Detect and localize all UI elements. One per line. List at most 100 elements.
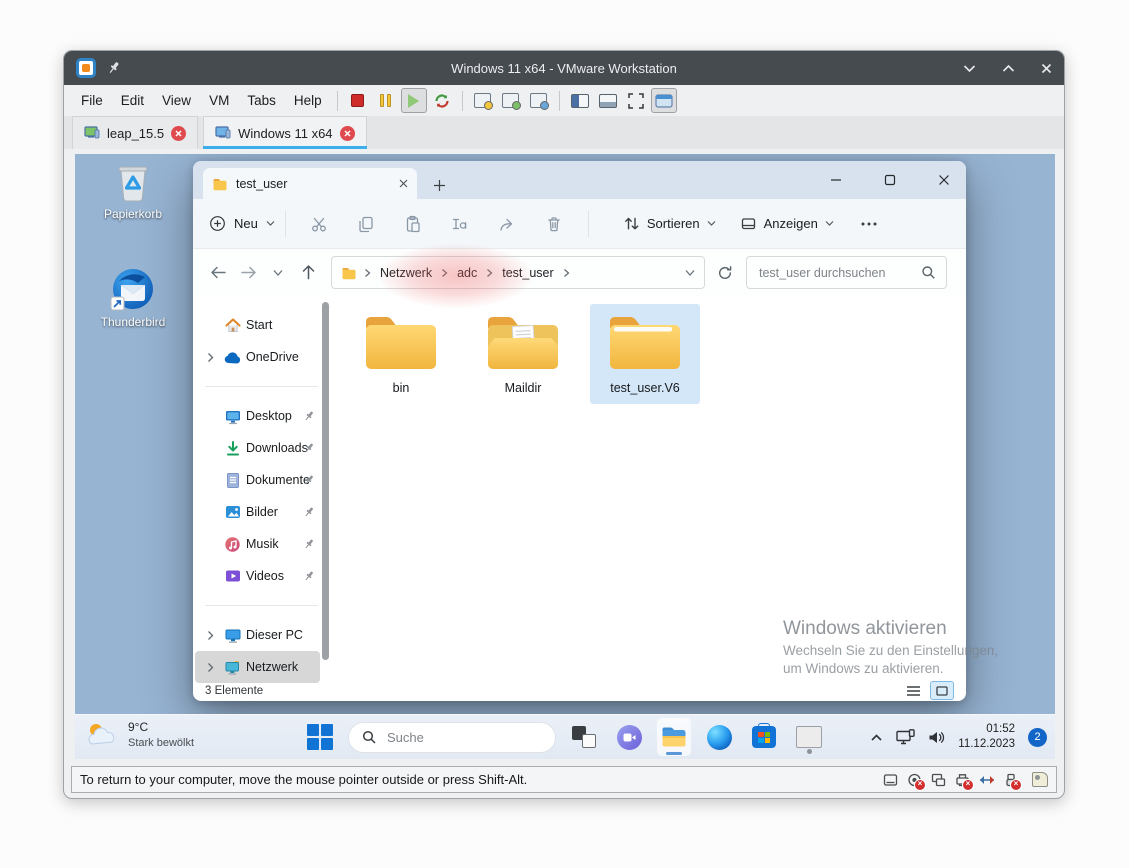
sidebar-item-start[interactable]: Start (195, 309, 320, 341)
file-explorer-taskbar-button[interactable] (657, 718, 691, 756)
notification-badge[interactable]: 2 (1028, 728, 1047, 747)
explorer-search-box[interactable] (746, 256, 947, 289)
chevron-right-icon[interactable] (202, 352, 219, 363)
menu-file[interactable]: File (72, 89, 112, 112)
delete-button[interactable] (531, 215, 578, 233)
volume-tray-button[interactable] (928, 730, 945, 745)
new-item-button[interactable]: Neu (209, 215, 275, 232)
explorer-maximize-icon[interactable] (884, 174, 896, 186)
hard-disk-status-icon[interactable] (882, 772, 899, 788)
edge-browser-button[interactable] (702, 718, 736, 756)
new-tab-icon[interactable] (433, 179, 446, 192)
large-icons-view-button[interactable] (930, 681, 954, 700)
chevron-right-icon[interactable] (202, 630, 219, 641)
cdrom-status-icon[interactable] (906, 772, 923, 788)
breadcrumb-netzwerk[interactable]: Netzwerk (378, 266, 434, 280)
close-tab-icon[interactable] (340, 126, 355, 141)
show-console-button[interactable] (595, 88, 621, 113)
teams-chat-button[interactable] (612, 718, 646, 756)
forward-button[interactable] (233, 264, 263, 281)
chevron-up-icon (870, 733, 883, 742)
paste-button[interactable] (390, 215, 437, 233)
weather-widget[interactable]: 9°C Stark bewölkt (85, 720, 194, 750)
power-off-button[interactable] (345, 88, 371, 113)
refresh-button[interactable] (717, 265, 733, 281)
screenshot-app-button[interactable] (792, 718, 826, 756)
file-name: Maildir (505, 381, 542, 395)
sort-arrows-icon (623, 215, 640, 232)
taskbar-search-input[interactable] (385, 729, 542, 746)
up-button[interactable] (293, 264, 323, 281)
console-view-button[interactable] (651, 88, 677, 113)
more-options-button[interactable] (860, 221, 878, 227)
reset-button[interactable] (429, 88, 455, 113)
take-snapshot-button[interactable] (470, 88, 496, 113)
taskbar-clock[interactable]: 01:52 11.12.2023 (958, 722, 1015, 752)
vm-tab-leap[interactable]: leap_15.5 (72, 116, 198, 149)
menu-tabs[interactable]: Tabs (238, 89, 285, 112)
power-on-button[interactable] (401, 88, 427, 113)
stop-icon (351, 94, 364, 107)
file-item-bin[interactable]: bin (346, 304, 456, 404)
sidebar-item-netzwerk[interactable]: Netzwerk (195, 651, 320, 683)
menu-vm[interactable]: VM (200, 89, 238, 112)
maximize-window-icon[interactable] (1002, 64, 1015, 73)
sidebar-item-musik[interactable]: Musik (195, 528, 320, 560)
address-bar[interactable]: Netzwerk adc test_user (331, 256, 705, 289)
hidden-icons-button[interactable] (870, 733, 883, 742)
sidebar-item-desktop[interactable]: Desktop (195, 400, 320, 432)
sidebar-item-dokumente[interactable]: Dokumente (195, 464, 320, 496)
copy-button[interactable] (343, 215, 390, 233)
printer-status-icon[interactable] (954, 772, 971, 788)
file-item-test-user-v6[interactable]: test_user.V6 (590, 304, 700, 404)
network-adapter-status-icon[interactable] (930, 772, 947, 788)
minimize-window-icon[interactable] (963, 64, 976, 73)
menu-view[interactable]: View (153, 89, 200, 112)
share-button[interactable] (484, 215, 531, 233)
close-explorer-tab-icon[interactable] (399, 179, 408, 188)
address-dropdown-icon[interactable] (685, 269, 695, 277)
breadcrumb-adc[interactable]: adc (455, 266, 479, 280)
serial-port-status-icon[interactable] (978, 772, 995, 788)
breadcrumb-test-user[interactable]: test_user (500, 266, 555, 280)
view-button[interactable]: Anzeigen (740, 215, 834, 232)
close-window-icon[interactable] (1041, 63, 1052, 74)
cut-button[interactable] (296, 215, 343, 233)
rename-button[interactable] (437, 215, 484, 233)
menu-edit[interactable]: Edit (112, 89, 153, 112)
sidebar-scrollbar[interactable] (322, 302, 329, 660)
sort-button[interactable]: Sortieren (623, 215, 716, 232)
suspend-button[interactable] (373, 88, 399, 113)
explorer-minimize-icon[interactable] (830, 174, 842, 186)
file-item-maildir[interactable]: Maildir (468, 304, 578, 404)
close-tab-icon[interactable] (171, 126, 186, 141)
sidebar-item-bilder[interactable]: Bilder (195, 496, 320, 528)
microsoft-store-button[interactable] (747, 718, 781, 756)
start-button[interactable] (303, 718, 337, 756)
task-view-button[interactable] (567, 718, 601, 756)
fullscreen-button[interactable] (623, 88, 649, 113)
message-log-icon[interactable] (1032, 772, 1048, 787)
menu-help[interactable]: Help (285, 89, 331, 112)
recent-locations-button[interactable] (263, 269, 293, 277)
sidebar-item-videos[interactable]: Videos (195, 560, 320, 592)
vm-tab-windows11[interactable]: Windows 11 x64 (203, 116, 366, 149)
show-library-button[interactable] (567, 88, 593, 113)
network-tray-button[interactable] (896, 729, 915, 745)
explorer-search-input[interactable] (757, 265, 915, 281)
sidebar-item-onedrive[interactable]: OneDrive (195, 341, 320, 373)
pin-window-icon[interactable] (108, 61, 121, 75)
explorer-close-icon[interactable] (938, 174, 950, 186)
details-view-button[interactable] (906, 685, 921, 697)
sidebar-item-dieser-pc[interactable]: Dieser PC (195, 619, 320, 651)
snapshot-manager-button[interactable] (526, 88, 552, 113)
back-button[interactable] (203, 264, 233, 281)
taskbar-search-box[interactable] (348, 722, 556, 753)
usb-status-icon[interactable] (1002, 772, 1019, 788)
desktop-icon-thunderbird[interactable]: Thunderbird (95, 266, 171, 329)
desktop-icon-recycle-bin[interactable]: Papierkorb (95, 162, 171, 221)
revert-snapshot-button[interactable] (498, 88, 524, 113)
explorer-tab[interactable]: test_user (203, 168, 417, 199)
sidebar-item-downloads[interactable]: Downloads (195, 432, 320, 464)
chevron-right-icon[interactable] (202, 662, 219, 673)
